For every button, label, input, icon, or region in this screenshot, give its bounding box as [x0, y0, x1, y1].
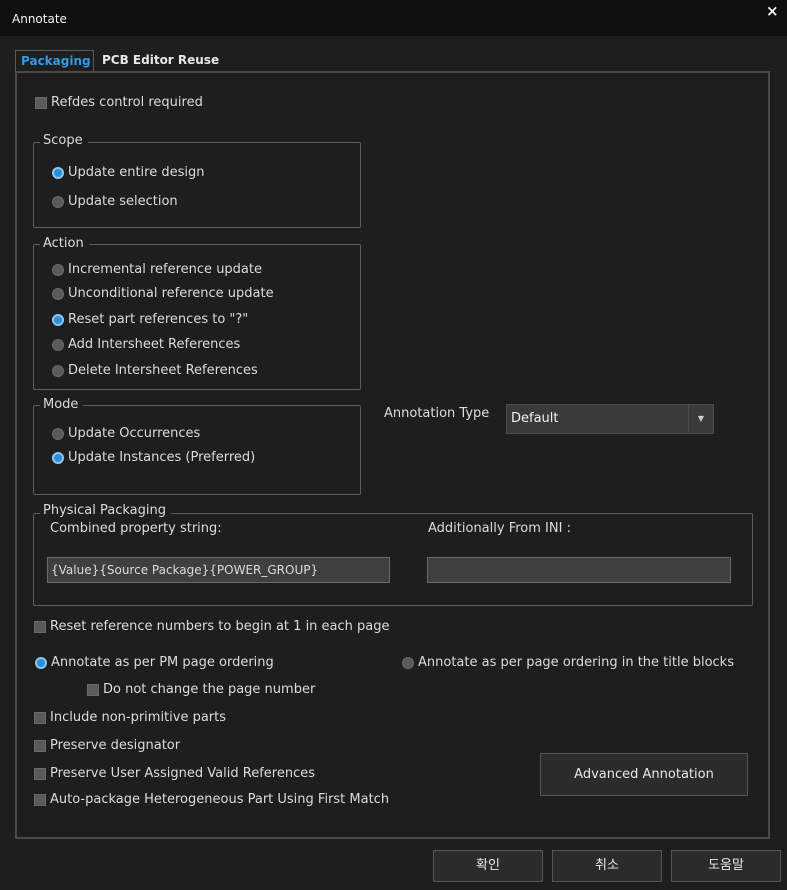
include-non-primitive-checkbox[interactable] — [34, 712, 46, 724]
tab-packaging[interactable]: Packaging — [15, 50, 94, 72]
action-legend: Action — [40, 236, 89, 252]
scope-update-entire-radio[interactable] — [52, 167, 64, 179]
reset-numbers-label: Reset reference numbers to begin at 1 in… — [50, 619, 390, 634]
action-add-intersheet-radio[interactable] — [52, 339, 64, 351]
annotation-type-value: Default — [511, 411, 559, 426]
combined-property-input[interactable]: {Value}{Source Package}{POWER_GROUP} — [47, 557, 390, 583]
refdes-control-checkbox[interactable] — [35, 97, 47, 109]
preserve-designator-label: Preserve designator — [50, 738, 181, 753]
preserve-user-refs-label: Preserve User Assigned Valid References — [50, 766, 315, 781]
reset-numbers-checkbox[interactable] — [34, 621, 46, 633]
auto-package-label: Auto-package Heterogeneous Part Using Fi… — [50, 792, 390, 807]
scope-update-selection-radio[interactable] — [52, 196, 64, 208]
annotation-type-select[interactable]: Default — [506, 404, 714, 434]
pm-ordering-radio[interactable] — [35, 657, 47, 669]
action-reset-label: Reset part references to "?" — [68, 312, 249, 327]
title-block-ordering-label: Annotate as per page ordering in the tit… — [418, 655, 734, 670]
action-add-intersheet-label: Add Intersheet References — [68, 337, 241, 352]
action-incremental-radio[interactable] — [52, 264, 64, 276]
auto-package-checkbox[interactable] — [34, 794, 46, 806]
close-icon[interactable]: × — [766, 2, 779, 20]
mode-instances-label: Update Instances (Preferred) — [68, 450, 256, 465]
action-incremental-label: Incremental reference update — [68, 262, 262, 277]
help-button[interactable]: 도움말 — [671, 850, 781, 882]
no-change-page-checkbox[interactable] — [87, 684, 99, 696]
no-change-page-label: Do not change the page number — [103, 682, 316, 697]
mode-occurrences-radio[interactable] — [52, 428, 64, 440]
include-non-primitive-label: Include non-primitive parts — [50, 710, 227, 725]
ini-label: Additionally From INI : — [428, 521, 571, 536]
preserve-user-refs-checkbox[interactable] — [34, 768, 46, 780]
title-block-ordering-radio[interactable] — [402, 657, 414, 669]
scope-update-entire-label: Update entire design — [68, 165, 205, 180]
ini-input[interactable] — [427, 557, 731, 583]
action-delete-intersheet-radio[interactable] — [52, 365, 64, 377]
action-unconditional-label: Unconditional reference update — [68, 286, 274, 301]
mode-occurrences-label: Update Occurrences — [68, 426, 201, 441]
mode-instances-radio[interactable] — [52, 452, 64, 464]
cancel-button[interactable]: 취소 — [552, 850, 662, 882]
title-bar — [0, 0, 787, 36]
scope-legend: Scope — [40, 133, 88, 149]
combined-property-label: Combined property string: — [50, 521, 222, 536]
tab-pcb-editor-reuse[interactable]: PCB Editor Reuse — [97, 50, 224, 72]
chevron-down-icon[interactable]: ▼ — [688, 405, 713, 433]
preserve-designator-checkbox[interactable] — [34, 740, 46, 752]
pm-ordering-label: Annotate as per PM page ordering — [51, 655, 274, 670]
action-reset-radio[interactable] — [52, 314, 64, 326]
scope-update-selection-label: Update selection — [68, 194, 178, 209]
mode-legend: Mode — [40, 397, 84, 413]
advanced-annotation-button[interactable]: Advanced Annotation — [540, 753, 748, 796]
ok-button[interactable]: 확인 — [433, 850, 543, 882]
refdes-control-label: Refdes control required — [51, 95, 203, 110]
action-delete-intersheet-label: Delete Intersheet References — [68, 363, 258, 378]
window-title: Annotate — [12, 12, 67, 26]
scope-group — [33, 142, 361, 228]
annotation-type-label: Annotation Type — [384, 406, 490, 421]
physical-packaging-legend: Physical Packaging — [40, 503, 172, 519]
action-unconditional-radio[interactable] — [52, 288, 64, 300]
